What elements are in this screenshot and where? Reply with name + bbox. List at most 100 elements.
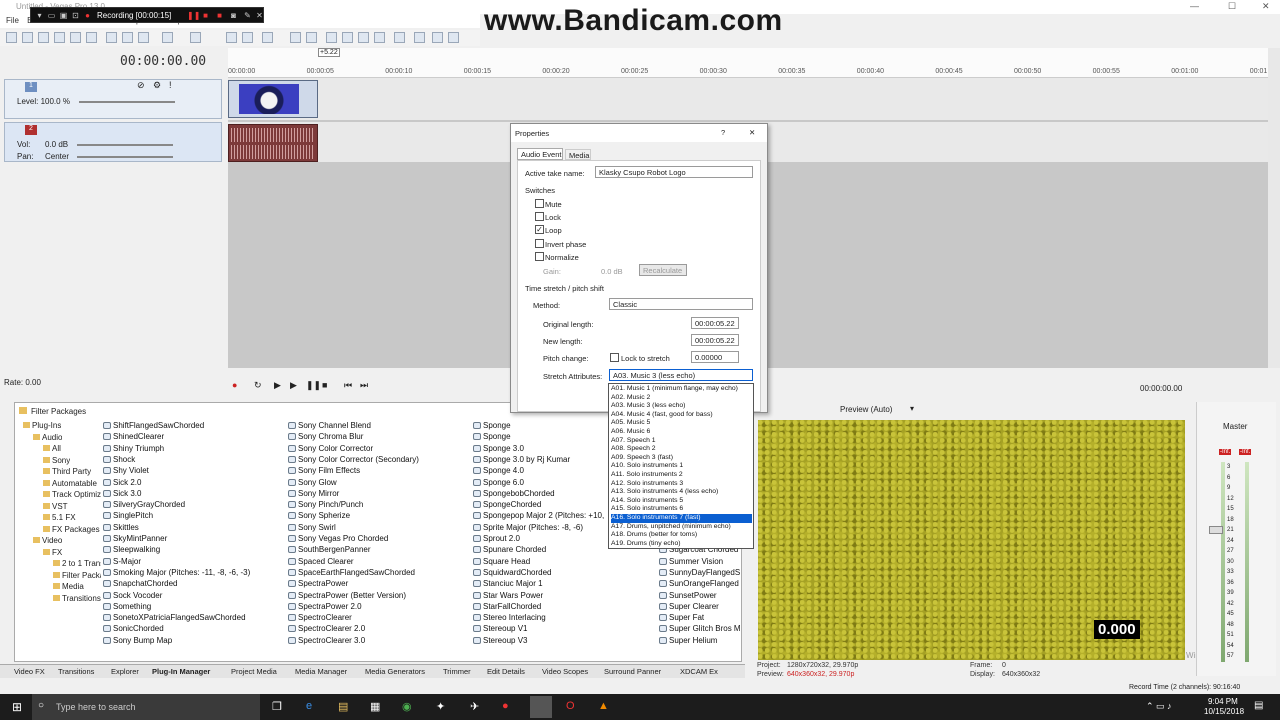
plugin-item[interactable]: Super Fat: [659, 613, 704, 622]
plugin-item[interactable]: Sony Vegas Pro Chorded: [288, 534, 388, 543]
snap-icon[interactable]: [226, 32, 237, 43]
stretch-option[interactable]: A08. Speech 2: [611, 445, 752, 454]
go-to-start-icon[interactable]: ⏮: [344, 380, 352, 391]
tab-edit-details[interactable]: Edit Details: [487, 667, 525, 676]
plugin-item[interactable]: Sleepwalking: [103, 545, 160, 554]
original-length-field[interactable]: 00:00:05.22: [691, 317, 739, 329]
mute-icon[interactable]: ⊘: [137, 80, 145, 91]
camera-icon[interactable]: ◙: [229, 11, 238, 20]
plugin-item[interactable]: SquidwardChorded: [473, 568, 552, 577]
plugin-item[interactable]: Square Head: [473, 557, 530, 566]
plugin-item[interactable]: Stanciuc Major 1: [473, 579, 543, 588]
stop-icon[interactable]: ■: [322, 380, 327, 390]
selection-tool-icon[interactable]: [326, 32, 337, 43]
plugin-item[interactable]: Star Wars Power: [473, 591, 543, 600]
stretch-option[interactable]: A18. Drums (better for toms): [611, 531, 752, 540]
pause-icon[interactable]: ❚❚: [187, 11, 200, 20]
plugin-item[interactable]: Sponge: [473, 432, 511, 441]
plugin-item[interactable]: SpaceEarthFlangedSawChorded: [288, 568, 415, 577]
open-icon[interactable]: [22, 32, 33, 43]
plugin-item[interactable]: Sprite Major (Pitches: -8, -6): [473, 523, 583, 532]
tab-transitions[interactable]: Transitions: [58, 667, 94, 676]
tree-item[interactable]: Third Party: [43, 467, 91, 476]
switch-invert-phase-checkbox[interactable]: [535, 238, 544, 248]
stretch-option[interactable]: A19. Drums (tiny echo): [611, 540, 752, 549]
plugin-item[interactable]: SpectraPower 2.0: [288, 602, 362, 611]
save-as-icon[interactable]: [54, 32, 65, 43]
stretch-option[interactable]: A10. Solo instruments 1: [611, 462, 752, 471]
online-help-icon[interactable]: [432, 32, 443, 43]
tab-xdcam-ex[interactable]: XDCAM Ex: [680, 667, 718, 676]
plugin-item[interactable]: Shy Violet: [103, 466, 149, 475]
audio-event-clip[interactable]: [228, 124, 318, 162]
stop-icon[interactable]: ■: [201, 11, 210, 20]
render-icon[interactable]: [70, 32, 81, 43]
maximize-button[interactable]: ☐: [1228, 1, 1236, 12]
loop-icon[interactable]: ↻: [254, 380, 262, 391]
tab-project-media[interactable]: Project Media: [231, 667, 277, 676]
switch-mute-checkbox[interactable]: [535, 199, 544, 208]
new-icon[interactable]: [6, 32, 17, 43]
volume-slider[interactable]: [77, 144, 173, 146]
tree-item[interactable]: All: [43, 444, 61, 453]
plugin-item[interactable]: Sponge 6.0: [473, 478, 524, 487]
close-icon[interactable]: ✕: [255, 11, 264, 20]
envelope-tool-icon[interactable]: [306, 32, 317, 43]
plugin-item[interactable]: Spongepop Major 2 (Pitches: +10,: [473, 511, 604, 520]
new-length-field[interactable]: 00:00:05.22: [691, 334, 739, 346]
tree-item[interactable]: Plug-Ins: [23, 421, 61, 430]
tab-trimmer[interactable]: Trimmer: [443, 667, 471, 676]
video-track-lane[interactable]: [228, 78, 1268, 120]
whats-this-icon[interactable]: [448, 32, 459, 43]
plugin-item[interactable]: Something: [103, 602, 151, 611]
preview-mode[interactable]: Preview (Auto): [840, 405, 892, 414]
plugin-item[interactable]: SonicChorded: [103, 624, 164, 633]
plugin-item[interactable]: Super Clearer: [659, 602, 719, 611]
tab-media-manager[interactable]: Media Manager: [295, 667, 347, 676]
stretch-option[interactable]: A05. Music 5: [611, 419, 752, 428]
plugin-item[interactable]: Sony Color Corrector (Secondary): [288, 455, 419, 464]
stretch-option[interactable]: A04. Music 4 (fast, good for bass): [611, 411, 752, 420]
stretch-option[interactable]: A13. Solo instruments 4 (less echo): [611, 488, 752, 497]
switch-normalize-checkbox[interactable]: [535, 251, 544, 261]
system-tray-icons[interactable]: ⌃ ▭ ♪: [1146, 701, 1172, 712]
tree-item[interactable]: Track Optimized: [43, 490, 101, 499]
plugin-item[interactable]: Sony Mirror: [288, 489, 339, 498]
normal-edit-tool-icon[interactable]: [290, 32, 301, 43]
tree-item[interactable]: VST: [43, 502, 68, 511]
stretch-option[interactable]: A02. Music 2: [611, 394, 752, 403]
stretch-option[interactable]: A15. Solo instruments 6: [611, 505, 752, 514]
vertical-scrollbar[interactable]: [1268, 48, 1280, 368]
video-event-clip[interactable]: [228, 80, 318, 118]
plugin-item[interactable]: StarFallChorded: [473, 602, 541, 611]
stretch-option[interactable]: A03. Music 3 (less echo): [611, 402, 752, 411]
active-take-field[interactable]: Klasky Csupo Robot Logo: [595, 166, 753, 178]
notification-icon[interactable]: ▤: [1254, 700, 1263, 711]
plugin-item[interactable]: Sick 2.0: [103, 478, 141, 487]
plugin-item[interactable]: Super Glitch Bros M: [659, 624, 741, 633]
plugin-item[interactable]: ShiftFlangedSawChorded: [103, 421, 204, 430]
plugin-item[interactable]: Skittles: [103, 523, 139, 532]
plugin-item[interactable]: SunOrangeFlanged: [659, 579, 739, 588]
plugin-item[interactable]: SilveryGrayChorded: [103, 500, 185, 509]
window-icon[interactable]: ▣: [59, 11, 68, 20]
tab-surround-panner[interactable]: Surround Panner: [604, 667, 661, 676]
taskbar-search[interactable]: ○ Type here to search: [32, 694, 260, 720]
bandicam-icon[interactable]: ●: [502, 700, 509, 712]
plugin-item[interactable]: SpectraPower (Better Version): [288, 591, 406, 600]
track-fx-icon[interactable]: ⚙: [153, 80, 161, 91]
crop-icon[interactable]: ⊡: [71, 11, 80, 20]
app-icon[interactable]: ✈: [470, 700, 479, 713]
plugin-item[interactable]: Sprout 2.0: [473, 534, 520, 543]
plugin-item[interactable]: Sony Channel Blend: [288, 421, 371, 430]
windows-start-icon[interactable]: ⊞: [12, 700, 22, 714]
menu-icon[interactable]: ▾: [35, 11, 44, 20]
play-icon[interactable]: ▶: [290, 380, 297, 391]
marker-icon[interactable]: [394, 32, 405, 43]
plugin-item[interactable]: SunnyDayFlangedS: [659, 568, 740, 577]
plugin-item[interactable]: Sony Glow: [288, 478, 337, 487]
chevron-down-icon[interactable]: ▾: [910, 404, 914, 413]
menu-file[interactable]: File: [6, 16, 19, 25]
lock-envelopes-icon[interactable]: [262, 32, 273, 43]
plugin-item[interactable]: SpectroClearer 3.0: [288, 636, 365, 645]
